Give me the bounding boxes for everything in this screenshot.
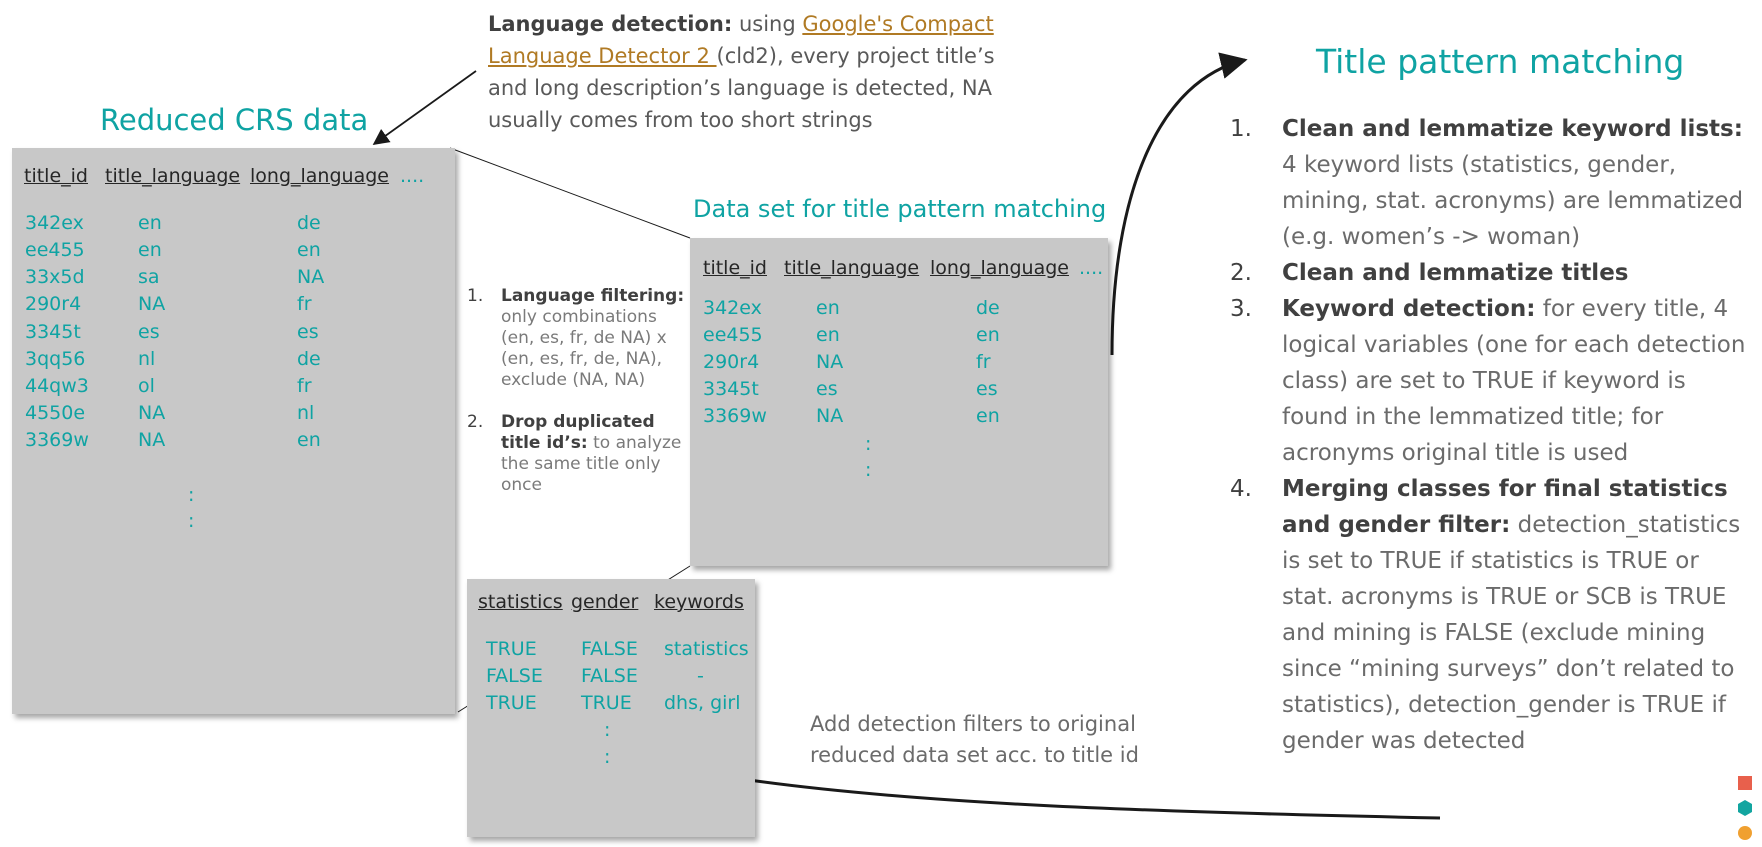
table-cell: NA xyxy=(138,402,166,424)
table-cell: en xyxy=(816,297,840,319)
table-cell: es xyxy=(297,321,319,343)
column-header-statistics: statistics xyxy=(478,591,563,613)
column-header-title-language: title_language xyxy=(784,257,920,279)
detection-arrow xyxy=(372,70,477,145)
table-cell: 44qw3 xyxy=(25,375,89,397)
table-cell: de xyxy=(297,348,321,370)
column-header-keywords: keywords xyxy=(654,591,744,613)
table-cell: TRUE xyxy=(486,692,537,714)
table-cell: en xyxy=(816,324,840,346)
table-cell: nl xyxy=(138,348,156,370)
table-cell: NA xyxy=(138,293,166,315)
table-cell: de xyxy=(976,297,1000,319)
connector-line-top xyxy=(449,147,691,239)
table-cell: FALSE xyxy=(581,665,638,687)
title-dataset-table: title_id title_language long_language ..… xyxy=(690,238,1108,566)
column-header-title-id: title_id xyxy=(703,257,767,279)
table-cell: nl xyxy=(297,402,315,424)
table-cell: de xyxy=(297,212,321,234)
table-cell: 342ex xyxy=(25,212,84,234)
table-cell: dhs, girl xyxy=(664,692,741,714)
table-cell: 3345t xyxy=(25,321,81,343)
column-header-title-language: title_language xyxy=(105,165,241,187)
column-header-long-language: long_language xyxy=(930,257,1069,279)
table-cell: en xyxy=(297,239,321,261)
table-cell: FALSE xyxy=(581,638,638,660)
table-cell: FALSE xyxy=(486,665,543,687)
table-cell: en xyxy=(976,324,1000,346)
table-cell: TRUE xyxy=(486,638,537,660)
table-cell: - xyxy=(697,665,704,687)
table-cell: 290r4 xyxy=(25,293,82,315)
table-cell: NA xyxy=(297,266,325,288)
table-cell: 4550e xyxy=(25,402,86,424)
table-cell: es xyxy=(976,378,998,400)
table-cell: TRUE xyxy=(581,692,632,714)
table-cell: fr xyxy=(297,293,312,315)
table-cell: en xyxy=(138,212,162,234)
continuation-dot: : xyxy=(188,484,195,506)
table-cell: fr xyxy=(297,375,312,397)
table-cell: 3369w xyxy=(703,405,767,427)
table-cell: en xyxy=(297,429,321,451)
table-cell: 342ex xyxy=(703,297,762,319)
table-cell: 33x5d xyxy=(25,266,85,288)
table-cell: 290r4 xyxy=(703,351,760,373)
table-cell: es xyxy=(138,321,160,343)
column-header-long-language: long_language xyxy=(250,165,389,187)
table-cell: 3345t xyxy=(703,378,759,400)
continuation-dot: : xyxy=(604,746,611,768)
merge-back-arrow xyxy=(719,766,1441,820)
table-cell: sa xyxy=(138,266,160,288)
continuation-dot: : xyxy=(188,510,195,532)
more-columns-ellipsis: .... xyxy=(1079,257,1104,279)
continuation-dot: : xyxy=(865,459,872,481)
table-cell: ee455 xyxy=(25,239,85,261)
table-cell: NA xyxy=(816,351,844,373)
table-cell: NA xyxy=(816,405,844,427)
continuation-dot: : xyxy=(865,433,872,455)
column-header-title-id: title_id xyxy=(24,165,88,187)
table-cell: 3qq56 xyxy=(25,348,86,370)
table-cell: statistics xyxy=(664,638,749,660)
title-matching-arrow xyxy=(1110,52,1248,356)
table-cell: es xyxy=(816,378,838,400)
reduced-crs-table: title_id title_language long_language ..… xyxy=(12,148,455,714)
more-columns-ellipsis: .... xyxy=(400,165,425,187)
table-cell: ee455 xyxy=(703,324,763,346)
table-cell: en xyxy=(138,239,162,261)
table-cell: NA xyxy=(138,429,166,451)
column-header-gender: gender xyxy=(571,591,639,613)
table-cell: ol xyxy=(138,375,155,397)
detection-table: statistics gender keywords TRUE FALSE st… xyxy=(467,579,755,837)
table-cell: fr xyxy=(976,351,991,373)
table-cell: en xyxy=(976,405,1000,427)
continuation-dot: : xyxy=(604,719,611,741)
table-cell: 3369w xyxy=(25,429,89,451)
